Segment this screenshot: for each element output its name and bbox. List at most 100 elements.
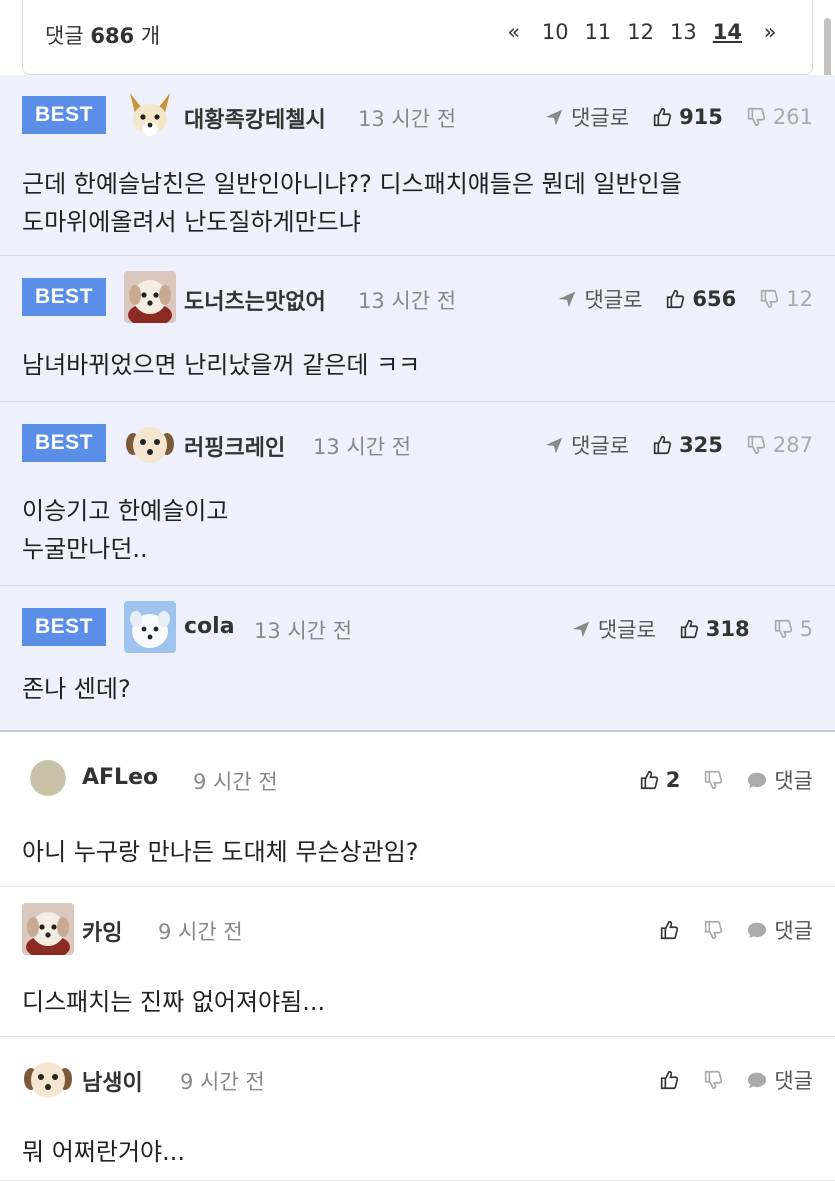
timestamp: 13 시간 전 (313, 435, 412, 459)
dislike-button[interactable] (702, 769, 724, 791)
reply-button[interactable]: 댓글로 (556, 284, 642, 314)
send-arrow-icon (572, 621, 590, 638)
best-badge: BEST (22, 424, 106, 462)
like-button[interactable]: 318 (678, 617, 750, 641)
dog-avatar-icon (124, 418, 176, 470)
like-button[interactable] (658, 919, 680, 941)
comment-count-label: 댓글 (45, 24, 84, 48)
comment-body: 뭐 어쩌란거야... (22, 1138, 185, 1166)
dislike-button[interactable] (702, 919, 724, 941)
comment-line: 근데 한예슬남친은 일반인아니냐?? 디스패치얘들은 뭔데 일반인을 (22, 170, 682, 198)
last-page-button[interactable]: » (758, 20, 782, 44)
comment-body: 이승기고 한예슬이고 누굴만나던.. (22, 492, 228, 568)
best-comment: BEST 대황족캉테첼시 13 시간 전 댓글로 915 261 근데 한예슬남… (0, 75, 835, 256)
thumbs-down-icon (774, 619, 792, 639)
thumbs-up-icon (667, 289, 685, 309)
nickname[interactable]: AFLeo (82, 765, 158, 790)
timestamp: 9 시간 전 (180, 1070, 265, 1094)
page-10[interactable]: 10 (542, 20, 569, 44)
dislike-button[interactable]: 12 (758, 287, 813, 311)
dislike-count: 261 (772, 105, 813, 129)
page-11[interactable]: 11 (585, 20, 612, 44)
white-dog-avatar-icon (124, 601, 176, 653)
speech-bubble-icon (748, 1072, 767, 1089)
send-arrow-icon (559, 291, 576, 308)
like-count: 2 (665, 768, 681, 792)
avatar[interactable] (124, 89, 176, 141)
comment-actions: 댓글로 318 5 (570, 614, 813, 644)
avatar[interactable] (30, 760, 66, 796)
like-count: 915 (679, 105, 723, 129)
page-13[interactable]: 13 (670, 20, 697, 44)
best-comment: BEST 도너츠는맛없어 13 시간 전 댓글로 656 12 남녀바뀌었으면 … (0, 256, 835, 402)
like-count: 318 (705, 617, 750, 641)
first-page-button[interactable]: « (502, 20, 526, 44)
thumbs-down-icon (747, 107, 766, 127)
like-count: 656 (692, 287, 737, 311)
thumbs-down-icon (705, 920, 723, 940)
like-count: 325 (679, 433, 723, 457)
like-button[interactable] (658, 1069, 680, 1091)
avatar[interactable] (22, 903, 74, 955)
best-badge: BEST (22, 608, 106, 646)
reply-button[interactable]: 댓글로 (543, 102, 629, 132)
comment-line: 존나 센데? (22, 675, 131, 703)
thumbs-up-icon (640, 770, 658, 790)
dislike-button[interactable]: 5 (772, 617, 813, 641)
best-comment: BEST 러핑크레인 13 시간 전 댓글로 325 287 이승기고 한예슬이… (0, 402, 835, 586)
comment-actions: 댓글로 325 287 (543, 430, 813, 460)
reply-button[interactable]: 댓글 (746, 1065, 813, 1095)
dislike-button[interactable]: 287 (745, 433, 813, 457)
page-12[interactable]: 12 (627, 20, 654, 44)
send-arrow-icon (545, 437, 563, 454)
best-badge: BEST (22, 96, 106, 134)
nickname[interactable]: 러핑크레인 (184, 430, 285, 462)
dislike-button[interactable] (702, 1069, 724, 1091)
reply-label: 댓글로 (597, 618, 656, 642)
comment-body: 아니 누구랑 만나든 도대체 무슨상관임? (22, 838, 419, 866)
nickname[interactable]: 도너츠는맛없어 (184, 284, 326, 316)
page-14-current[interactable]: 14 (713, 20, 742, 44)
thumbs-up-icon (653, 107, 672, 127)
timestamp: 13 시간 전 (358, 107, 457, 131)
avatar[interactable] (124, 418, 176, 470)
nickname[interactable]: cola (184, 614, 235, 639)
comments-header: 댓글 686 개 « 10 11 12 13 14 » (22, 0, 813, 75)
dislike-button[interactable]: 261 (745, 105, 813, 129)
thumbs-down-icon (705, 770, 723, 790)
send-arrow-icon (545, 109, 563, 126)
default-avatar-icon (30, 760, 66, 796)
reply-label: 댓글로 (584, 288, 643, 312)
comment-actions: 댓글로 656 12 (556, 284, 813, 314)
avatar[interactable] (124, 271, 176, 323)
dislike-count: 5 (799, 617, 813, 641)
avatar[interactable] (124, 601, 176, 653)
reply-label: 댓글 (774, 919, 813, 943)
reply-button[interactable]: 댓글로 (570, 614, 656, 644)
like-button[interactable]: 656 (664, 287, 736, 311)
reply-button[interactable]: 댓글로 (543, 430, 629, 460)
comment-count-value: 686 (90, 24, 135, 48)
reply-button[interactable]: 댓글 (746, 915, 813, 945)
comment-body: 디스패치는 진짜 없어져야됨... (22, 988, 326, 1016)
puppy-avatar-icon (124, 271, 176, 323)
like-button[interactable]: 2 (638, 768, 681, 792)
like-button[interactable]: 915 (651, 105, 723, 129)
avatar[interactable] (22, 1053, 74, 1105)
nickname[interactable]: 남생이 (82, 1065, 143, 1097)
comment-actions: 댓글 (658, 1065, 813, 1095)
like-button[interactable]: 325 (651, 433, 723, 457)
comment-body: 근데 한예슬남친은 일반인아니냐?? 디스패치얘들은 뭔데 일반인을 도마위에올… (22, 165, 682, 241)
timestamp: 13 시간 전 (254, 619, 353, 643)
reply-button[interactable]: 댓글 (746, 765, 813, 795)
thumbs-up-icon (653, 435, 672, 455)
nickname[interactable]: 카잉 (82, 915, 122, 947)
thumbs-down-icon (705, 1070, 723, 1090)
nickname[interactable]: 대황족캉테첼시 (184, 102, 326, 134)
comment-line: 남녀바뀌었으면 난리났을꺼 같은데 ㅋㅋ (22, 351, 421, 379)
thumbs-down-icon (747, 435, 766, 455)
comment: 남생이 9 시간 전 댓글 뭐 어쩌란거야... (0, 1037, 835, 1181)
comment-line: 누굴만나던.. (22, 535, 148, 563)
comment-actions: 2 댓글 (638, 765, 813, 795)
dog-avatar-icon (22, 1053, 74, 1105)
